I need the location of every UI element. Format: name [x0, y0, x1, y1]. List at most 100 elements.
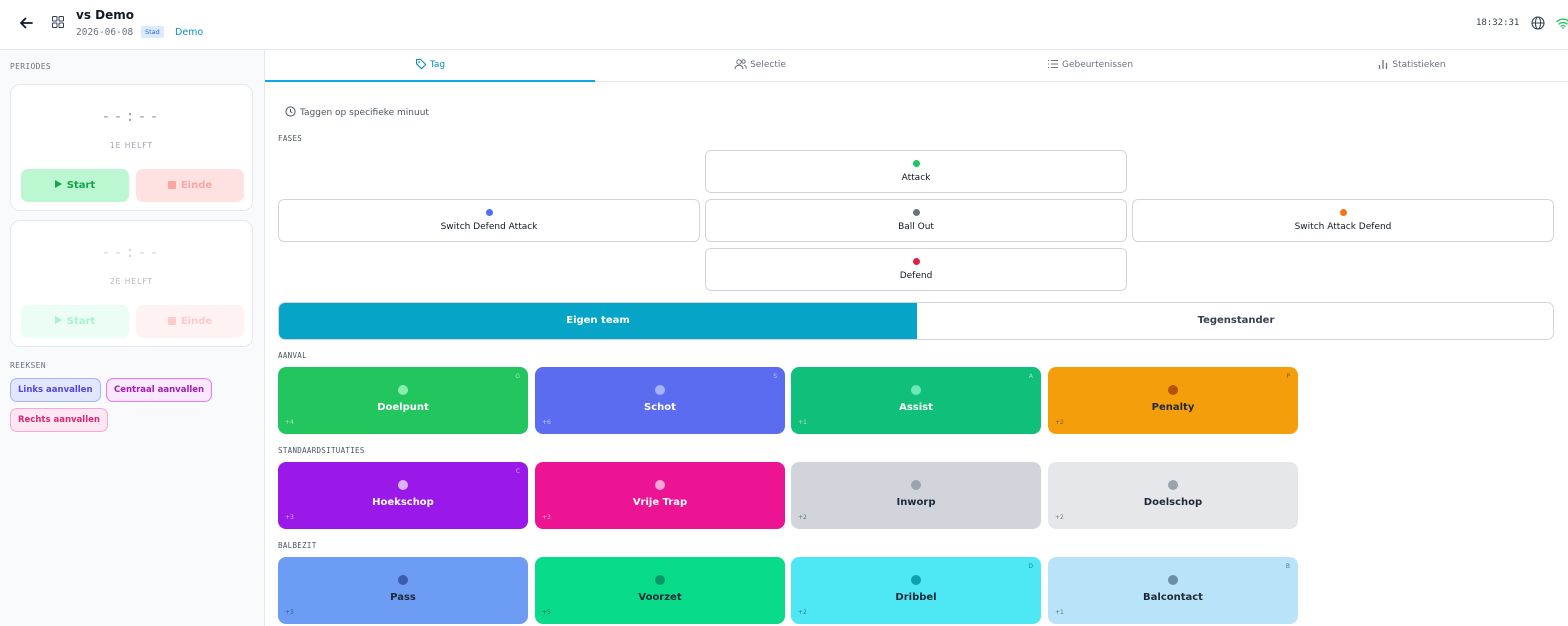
event-points: +3: [285, 514, 294, 521]
event-shortcut-key: P: [1286, 373, 1290, 380]
stop-icon: [167, 317, 176, 325]
event-button-inworp[interactable]: Inworp +2: [791, 462, 1041, 529]
event-button-vrije-trap[interactable]: Vrije Trap +3: [535, 462, 785, 529]
event-button-voorzet[interactable]: Voorzet +5: [535, 557, 785, 624]
event-button-schot[interactable]: Schot S +6: [535, 367, 785, 434]
phase-dot: [912, 258, 920, 265]
event-shortcut-key: S: [773, 373, 777, 380]
opponent-button[interactable]: Tegenstander: [917, 303, 1553, 339]
event-points: +2: [798, 514, 807, 521]
event-dot: [911, 385, 921, 395]
event-button-dribbel[interactable]: Dribbel D +2: [791, 557, 1041, 624]
phase-dot: [912, 160, 920, 167]
event-dot: [1168, 575, 1178, 585]
phase-dot: [1339, 209, 1347, 216]
event-label: Dribbel: [895, 592, 937, 603]
end-button[interactable]: Einde: [136, 169, 244, 202]
tab-tag[interactable]: Tag: [265, 50, 595, 82]
event-shortcut-key: G: [515, 373, 520, 380]
event-button-pass[interactable]: Pass +3: [278, 557, 528, 624]
event-shortcut-key: C: [515, 468, 520, 475]
phase-switch-attack-defend[interactable]: Switch Attack Defend: [1132, 199, 1554, 242]
event-points: +2: [798, 609, 807, 616]
event-dot: [398, 385, 408, 395]
stop-icon: [167, 181, 176, 189]
users-icon: [734, 59, 747, 70]
own-team-button[interactable]: Eigen team: [279, 303, 917, 339]
event-button-balcontact[interactable]: Balcontact B +1: [1048, 557, 1298, 624]
section-heading-standaardsituaties: STANDAARDSITUATIES: [278, 446, 365, 455]
event-button-hoekschop[interactable]: Hoekschop C +3: [278, 462, 528, 529]
series-chip-left[interactable]: Links aanvallen: [10, 378, 101, 402]
event-points: +1: [798, 419, 807, 426]
phase-switch-defend-attack[interactable]: Switch Defend Attack: [278, 199, 700, 242]
event-label: Assist: [899, 402, 933, 413]
section-heading-balbezit: BALBEZIT: [278, 541, 317, 550]
event-dot: [1168, 480, 1178, 490]
event-label: Voorzet: [638, 592, 682, 603]
series-heading: REEKSEN: [10, 361, 46, 370]
match-date: 2026-06-08: [76, 27, 134, 38]
event-dot: [655, 385, 665, 395]
event-shortcut-key: A: [1028, 373, 1033, 380]
start-button[interactable]: Start: [21, 169, 129, 202]
team-toggle: Eigen team Tegenstander: [278, 302, 1554, 340]
event-label: Schot: [644, 402, 676, 413]
phases-heading: FASES: [278, 134, 303, 143]
event-points: +4: [285, 419, 294, 426]
event-shortcut-key: D: [1028, 563, 1033, 570]
clock: 18:32:31: [1476, 18, 1520, 28]
event-label: Hoekschop: [372, 497, 434, 508]
phase-ball-out[interactable]: Ball Out: [705, 199, 1127, 242]
event-label: Balcontact: [1143, 592, 1203, 603]
event-label: Pass: [390, 592, 416, 603]
event-label: Doelschop: [1143, 497, 1203, 508]
main-tabs: Tag Selectie Gebeurtenissen Statistieken: [265, 50, 1568, 82]
end-button[interactable]: Einde: [136, 305, 244, 338]
event-dot: [911, 480, 921, 490]
app-header: vs Demo 2026-06-08 Stad Demo 18:32:31: [0, 0, 1568, 50]
event-button-doelpunt[interactable]: Doelpunt G +4: [278, 367, 528, 434]
event-dot: [398, 480, 408, 490]
event-button-penalty[interactable]: Penalty P +2: [1048, 367, 1298, 434]
tag-specific-minute-link[interactable]: Taggen op specifieke minuut: [285, 106, 429, 118]
grid-icon[interactable]: [52, 16, 64, 28]
series-chip-center[interactable]: Centraal aanvallen: [106, 378, 213, 402]
event-button-doelschop[interactable]: Doelschop +2: [1048, 462, 1298, 529]
period-label: 2E HELFT: [109, 277, 154, 286]
phase-dot: [912, 209, 920, 216]
sidebar: PERIODES --:-- 1E HELFT Start Einde --:-…: [0, 50, 265, 626]
tab-gebeurtenissen[interactable]: Gebeurtenissen: [925, 50, 1255, 82]
event-shortcut-key: B: [1285, 563, 1290, 570]
event-label: Doelpunt: [377, 402, 429, 413]
period-label: 1E HELFT: [109, 141, 154, 150]
play-icon: [54, 180, 62, 188]
wifi-icon: [1556, 18, 1568, 29]
bar-chart-icon: [1379, 60, 1388, 69]
period-timer: --:--: [101, 107, 162, 125]
clock-icon: [285, 106, 296, 117]
event-dot: [1168, 385, 1178, 395]
team-name: Demo: [175, 27, 204, 38]
event-points: +6: [542, 419, 551, 426]
event-points: +1: [1055, 609, 1064, 616]
tab-statistieken[interactable]: Statistieken: [1255, 50, 1568, 82]
event-points: +2: [1055, 514, 1064, 521]
phase-dot: [485, 209, 493, 216]
period-card-second-half: --:-- 2E HELFT Start Einde: [10, 220, 253, 347]
start-button[interactable]: Start: [21, 305, 129, 338]
event-label: Vrije Trap: [632, 497, 688, 508]
globe-icon[interactable]: [1531, 16, 1545, 30]
event-points: +2: [1055, 419, 1064, 426]
series-chip-right[interactable]: Rechts aanvallen: [10, 408, 108, 432]
phase-defend[interactable]: Defend: [705, 248, 1127, 291]
event-points: +3: [285, 609, 294, 616]
event-dot: [655, 575, 665, 585]
event-button-assist[interactable]: Assist A +1: [791, 367, 1041, 434]
phase-attack[interactable]: Attack: [705, 150, 1127, 193]
tag-icon: [415, 58, 427, 70]
match-title: vs Demo: [76, 8, 134, 22]
event-dot: [911, 575, 921, 585]
back-arrow-icon[interactable]: [17, 14, 35, 32]
tab-selectie[interactable]: Selectie: [595, 50, 925, 82]
